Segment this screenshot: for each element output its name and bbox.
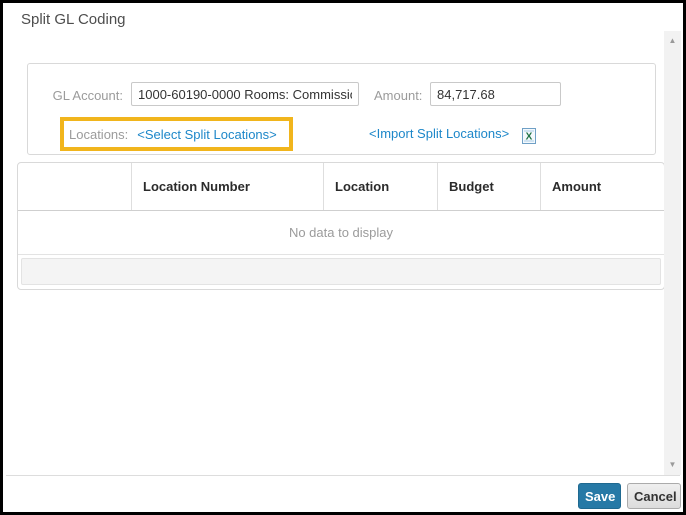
- grid-header-row: Location Number Location Budget Amount: [18, 163, 664, 211]
- amount-input[interactable]: [430, 82, 561, 106]
- column-header-budget[interactable]: Budget: [438, 163, 541, 210]
- select-split-locations-link[interactable]: <Select Split Locations>: [137, 127, 276, 142]
- svg-text:X: X: [526, 132, 533, 143]
- gl-coding-form-panel: GL Account: Amount: Locations: <Select S…: [27, 63, 656, 155]
- gl-account-label: GL Account:: [28, 88, 123, 103]
- locations-label: Locations:: [69, 127, 128, 142]
- column-header-location-number[interactable]: Location Number: [132, 163, 324, 210]
- scroll-down-icon[interactable]: ▼: [664, 457, 681, 473]
- vertical-scrollbar[interactable]: ▲ ▼: [664, 31, 681, 475]
- footer-divider: [6, 475, 680, 476]
- column-header-selector[interactable]: [18, 163, 132, 210]
- import-split-locations-link[interactable]: <Import Split Locations>: [369, 125, 509, 143]
- save-button[interactable]: Save: [578, 483, 621, 509]
- cancel-button[interactable]: Cancel: [627, 483, 681, 509]
- grid-footer-bar: [21, 258, 661, 285]
- empty-table-message: No data to display: [289, 225, 393, 240]
- gl-account-input[interactable]: [131, 82, 359, 106]
- split-gl-coding-dialog: Split GL Coding GL Account: Amount: Loca…: [0, 0, 686, 515]
- excel-file-icon[interactable]: X: [522, 128, 536, 144]
- dialog-title: Split GL Coding: [21, 11, 126, 28]
- locations-highlight-box: Locations: <Select Split Locations>: [60, 117, 293, 151]
- amount-label: Amount:: [374, 88, 422, 103]
- column-header-location[interactable]: Location: [324, 163, 438, 210]
- column-header-amount[interactable]: Amount: [541, 163, 664, 210]
- grid-empty-state: No data to display: [18, 211, 664, 255]
- split-locations-grid: Location Number Location Budget Amount N…: [17, 162, 665, 290]
- scroll-up-icon[interactable]: ▲: [664, 33, 681, 49]
